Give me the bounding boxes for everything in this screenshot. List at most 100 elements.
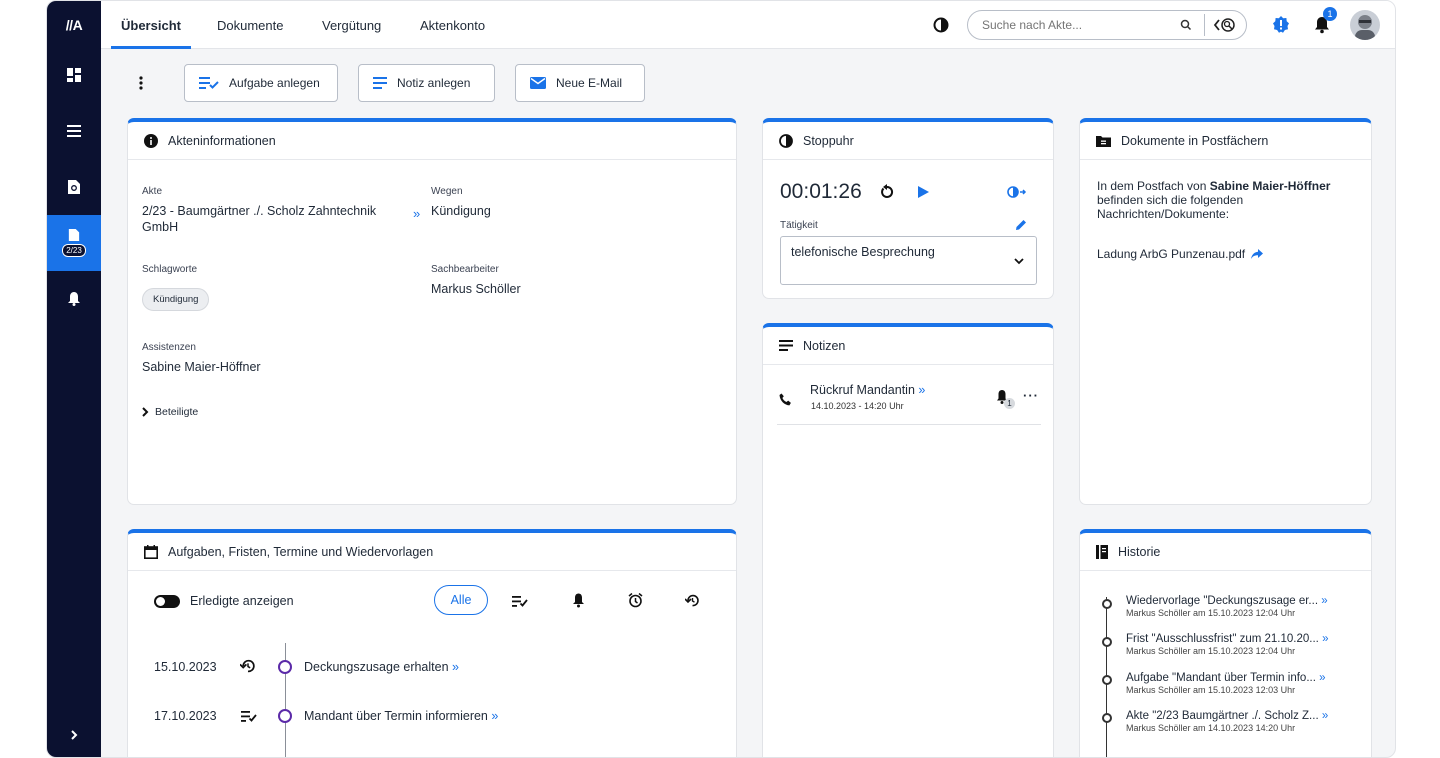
postfach-owner: Sabine Maier-Höffner — [1209, 179, 1331, 193]
wegen-label: Wegen — [431, 186, 463, 197]
task-status-circle[interactable] — [278, 709, 292, 723]
card-title: Stoppuhr — [803, 133, 854, 148]
notification-count: 1 — [1323, 7, 1337, 21]
task-title[interactable]: Mandant über Termin informieren » — [304, 709, 498, 723]
open-case-link-icon[interactable]: » — [413, 206, 420, 221]
notes-icon — [779, 340, 793, 351]
transfer-time-icon[interactable] — [1007, 186, 1027, 201]
create-task-button[interactable]: Aufgabe anlegen — [184, 64, 338, 102]
task-date: 17.10.2023 — [154, 709, 217, 723]
history-item[interactable]: Wiedervorlage "Deckungszusage er... » Ma… — [1126, 595, 1328, 618]
menu-list-icon[interactable] — [47, 111, 101, 151]
theme-toggle-icon[interactable] — [933, 17, 949, 36]
note-item[interactable]: Rückruf Mandantin » 14.10.2023 - 14:20 U… — [777, 369, 1041, 425]
card-header: Notizen — [763, 327, 1053, 365]
assistenzen-value: Sabine Maier-Höffner — [142, 360, 261, 374]
task-title[interactable]: Deckungszusage erhalten » — [304, 660, 459, 674]
dashboard-icon[interactable] — [47, 55, 101, 95]
reminder-count: 1 — [1004, 398, 1015, 409]
search-icon[interactable] — [1180, 19, 1192, 31]
reset-icon[interactable] — [879, 184, 895, 203]
open-task-link-icon: » — [491, 709, 499, 723]
history-dot — [1102, 599, 1112, 609]
history-item[interactable]: Aufgabe "Mandant über Termin info... » M… — [1126, 672, 1326, 695]
akteninformationen-card: Akteninformationen Akte 2/23 - Baumgärtn… — [127, 118, 737, 505]
open-task-link-icon: » — [452, 660, 459, 674]
tab-aktenkonto[interactable]: Aktenkonto — [420, 1, 485, 49]
phone-icon — [779, 393, 791, 406]
task-status-circle[interactable] — [278, 660, 292, 674]
card-title: Historie — [1118, 544, 1161, 559]
stopwatch-icon — [779, 133, 793, 148]
chevron-down-icon — [1014, 258, 1024, 265]
search-input[interactable] — [982, 18, 1172, 32]
history-dot — [1102, 637, 1112, 647]
keyword-chip[interactable]: Kündigung — [142, 288, 210, 311]
history-item[interactable]: Akte "2/23 Baumgärtner ./. Scholz Z... »… — [1126, 710, 1328, 733]
filter-resubmissions-icon[interactable] — [684, 593, 700, 611]
task-list-icon — [199, 77, 219, 89]
top-bar: Übersicht Dokumente Vergütung Aktenkonto… — [101, 1, 1395, 49]
card-title: Notizen — [803, 338, 846, 353]
note-date: 14.10.2023 - 14:20 Uhr — [811, 401, 904, 411]
task-type-icon — [241, 710, 257, 725]
card-header: Aufgaben, Fristen, Termine und Wiedervor… — [128, 533, 736, 571]
card-header: Historie — [1080, 533, 1371, 571]
search-field[interactable] — [967, 10, 1247, 40]
postfach-document-link[interactable]: Ladung ArbG Punzenau.pdf — [1097, 247, 1264, 261]
sachbearbeiter-label: Sachbearbeiter — [431, 264, 499, 275]
folder-icon — [1096, 135, 1111, 147]
document-icon — [68, 229, 80, 241]
history-item[interactable]: Frist "Ausschlussfrist" zum 21.10.20... … — [1126, 633, 1328, 656]
schlagworte-label: Schlagworte — [142, 264, 198, 275]
tab-verguetung[interactable]: Vergütung — [322, 1, 381, 49]
stoppuhr-card: Stoppuhr 00:01:26 Tätigkeit telefonische… — [762, 118, 1054, 299]
new-email-button[interactable]: Neue E-Mail — [515, 64, 645, 102]
note-title: Rückruf Mandantin » — [810, 383, 926, 397]
card-header: Akteninformationen — [128, 122, 736, 160]
alert-badge-icon[interactable] — [1271, 15, 1291, 38]
app-window: //A 2/23 Übersicht Dokumente Vergütung A… — [46, 0, 1396, 758]
postfach-description: In dem Postfach von Sabine Maier-Höffner… — [1097, 179, 1331, 221]
sachbearbeiter-value: Markus Schöller — [431, 282, 521, 296]
tab-dokumente[interactable]: Dokumente — [217, 1, 283, 49]
more-vertical-icon[interactable] — [139, 76, 143, 93]
info-icon — [144, 133, 158, 148]
reminder-bell-icon[interactable]: 1 — [995, 389, 1015, 409]
edit-pencil-icon[interactable] — [1015, 219, 1027, 234]
show-completed-label: Erledigte anzeigen — [190, 594, 294, 608]
task-date: 15.10.2023 — [154, 660, 217, 674]
history-dot — [1102, 675, 1112, 685]
share-arrow-icon — [1251, 249, 1264, 259]
action-toolbar: Aufgabe anlegen Notiz anlegen Neue E-Mai… — [101, 50, 1395, 114]
sidebar-item-current-case[interactable]: 2/23 — [47, 215, 101, 271]
show-completed-toggle[interactable] — [154, 595, 180, 608]
filter-appointments-icon[interactable] — [628, 592, 643, 611]
activity-select[interactable]: telefonische Besprechung — [780, 236, 1037, 285]
avatar[interactable] — [1350, 10, 1380, 40]
expand-sidebar-icon[interactable] — [47, 715, 101, 755]
open-note-link-icon[interactable]: » — [918, 383, 925, 397]
history-book-icon — [1096, 544, 1108, 559]
more-horizontal-icon[interactable]: ··· — [1023, 388, 1039, 403]
wegen-value: Kündigung — [431, 204, 491, 218]
filter-tasks-icon[interactable] — [512, 595, 528, 610]
search-document-icon[interactable] — [47, 167, 101, 207]
case-badge: 2/23 — [62, 244, 86, 257]
beteiligte-toggle[interactable]: Beteiligte — [142, 406, 198, 418]
activity-label: Tätigkeit — [780, 220, 818, 231]
recent-cases-icon[interactable] — [1204, 14, 1244, 36]
app-logo[interactable]: //A — [47, 1, 101, 49]
card-header: Dokumente in Postfächern — [1080, 122, 1371, 160]
tab-uebersicht[interactable]: Übersicht — [111, 1, 191, 49]
filter-deadlines-icon[interactable] — [572, 593, 585, 611]
card-title: Akteninformationen — [168, 133, 276, 148]
bell-icon[interactable] — [47, 279, 101, 319]
notifications-icon[interactable]: 1 — [1313, 7, 1337, 38]
play-icon[interactable] — [918, 186, 929, 201]
filter-all-button[interactable]: Alle — [434, 585, 488, 615]
historie-card: Historie Wiedervorlage "Deckungszusage e… — [1079, 529, 1372, 757]
resubmission-icon — [239, 658, 256, 677]
create-note-button[interactable]: Notiz anlegen — [358, 64, 495, 102]
history-dot — [1102, 713, 1112, 723]
